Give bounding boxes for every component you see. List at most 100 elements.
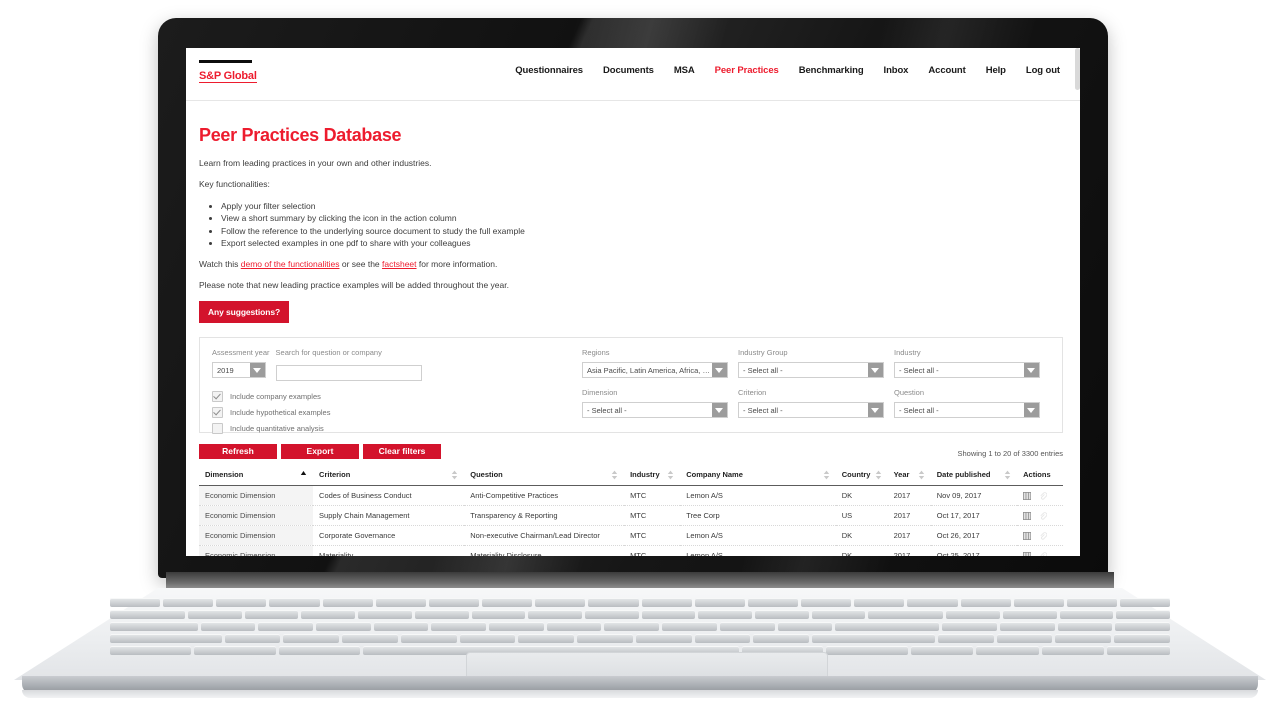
cell-year: 2017 xyxy=(887,525,931,547)
table-view-icon[interactable] xyxy=(1023,531,1032,540)
laptop-keyboard xyxy=(110,598,1171,655)
industry-select[interactable]: - Select all - xyxy=(894,362,1040,379)
key-functionalities-label: Key functionalities: xyxy=(199,179,270,190)
nav-item-msa[interactable]: MSA xyxy=(664,65,705,76)
table-row[interactable]: Economic Dimension Codes of Business Cond… xyxy=(199,485,1063,507)
cell-country: DK xyxy=(835,485,888,507)
nav-item-documents[interactable]: Documents xyxy=(593,65,664,76)
keyboard-key xyxy=(216,598,267,607)
attachment-icon[interactable] xyxy=(1039,492,1048,500)
attachment-icon[interactable] xyxy=(1039,532,1048,540)
page-scrollbar[interactable] xyxy=(1075,48,1080,90)
table-view-icon[interactable] xyxy=(1023,551,1032,556)
dimension-select[interactable]: - Select all - xyxy=(582,402,728,419)
peer-practices-table: Dimension Criterion Question Industry Compan… xyxy=(199,465,1063,556)
web-page: S&P Global Questionnaires Documents MSA Pee… xyxy=(186,48,1080,556)
checkbox-include-hypothetical-examples[interactable]: Include hypothetical examples xyxy=(212,406,582,418)
assessment-year-select[interactable]: 2019 xyxy=(212,362,266,379)
sp-global-logo[interactable]: S&P Global xyxy=(199,60,257,84)
laptop-lid: S&P Global Questionnaires Documents MSA Pee… xyxy=(158,18,1108,578)
column-header-year[interactable]: Year xyxy=(887,465,931,487)
column-header-company-name[interactable]: Company Name xyxy=(680,465,836,487)
keyboard-key xyxy=(110,610,186,619)
table-row[interactable]: Economic Dimension Supply Chain Managemen… xyxy=(199,505,1063,527)
demo-link[interactable]: demo of the functionalities xyxy=(241,259,340,269)
keyboard-key xyxy=(960,598,1011,607)
keyboard-key xyxy=(584,610,639,619)
sort-toggle-icon[interactable] xyxy=(918,470,925,480)
checkbox-unchecked-icon[interactable] xyxy=(212,422,223,434)
checkbox-checked-icon[interactable] xyxy=(212,390,223,402)
keyboard-key xyxy=(1003,610,1057,619)
sort-toggle-icon[interactable] xyxy=(1004,470,1011,480)
industry-group-select[interactable]: - Select all - xyxy=(738,362,884,379)
sort-toggle-icon[interactable] xyxy=(823,470,830,480)
any-suggestions-button[interactable]: Any suggestions? xyxy=(199,301,290,324)
keyboard-key xyxy=(1057,622,1113,631)
column-header-industry[interactable]: Industry xyxy=(624,465,681,487)
keyboard-key xyxy=(1041,646,1105,655)
sort-toggle-icon[interactable] xyxy=(451,470,458,480)
nav-item-help[interactable]: Help xyxy=(976,65,1016,76)
column-header-date-published[interactable]: Date published xyxy=(930,465,1018,487)
cell-actions xyxy=(1017,525,1063,547)
column-header-dimension[interactable]: Dimension xyxy=(199,465,314,487)
laptop-base xyxy=(14,572,1266,698)
checkbox-include-quantitative-analysis[interactable]: Include quantitative analysis xyxy=(212,422,582,434)
cell-dimension: Economic Dimension xyxy=(199,525,314,547)
table-view-icon[interactable] xyxy=(1023,511,1032,520)
keyboard-key xyxy=(662,622,717,631)
nav-item-inbox[interactable]: Inbox xyxy=(874,65,919,76)
sort-toggle-icon[interactable] xyxy=(875,470,882,480)
keyboard-key xyxy=(835,622,940,631)
feature-item: View a short summary by clicking the ico… xyxy=(221,212,1063,224)
attachment-icon[interactable] xyxy=(1039,512,1048,520)
nav-item-log-out[interactable]: Log out xyxy=(1016,65,1070,76)
criterion-select[interactable]: - Select all - xyxy=(738,402,884,419)
nav-item-questionnaires[interactable]: Questionnaires xyxy=(505,65,593,76)
table-row[interactable]: Economic Dimension Corporate Governance No… xyxy=(199,525,1063,547)
keyboard-key xyxy=(283,634,340,643)
attachment-icon[interactable] xyxy=(1039,552,1048,556)
cell-company-name: Lemon A/S xyxy=(680,525,836,547)
regions-select[interactable]: Asia Pacific, Latin America, Africa, Eu.… xyxy=(582,362,728,379)
checkbox-checked-icon[interactable] xyxy=(212,406,223,418)
clear-filters-button[interactable]: Clear filters xyxy=(363,444,441,460)
keyboard-key xyxy=(188,610,242,619)
question-select[interactable]: - Select all - xyxy=(894,402,1040,419)
keyboard-key xyxy=(577,634,633,643)
page-title: Peer Practices Database xyxy=(199,125,402,145)
keyboard-key xyxy=(942,622,997,631)
column-header-country[interactable]: Country xyxy=(835,465,888,487)
keyboard-key xyxy=(868,610,944,619)
note-text: Please note that new leading practice ex… xyxy=(199,280,509,291)
page-body: Peer Practices Database Learn from leadi… xyxy=(186,101,1080,556)
keyboard-key xyxy=(269,598,320,607)
nav-item-peer-practices[interactable]: Peer Practices xyxy=(705,65,789,76)
nav-item-account[interactable]: Account xyxy=(918,65,975,76)
export-button[interactable]: Export xyxy=(281,444,359,460)
table-view-icon[interactable] xyxy=(1023,491,1032,500)
keyboard-key xyxy=(801,598,852,607)
site-header: S&P Global Questionnaires Documents MSA Pee… xyxy=(186,48,1080,101)
column-header-question[interactable]: Question xyxy=(464,465,625,487)
column-header-actions[interactable]: Actions xyxy=(1017,465,1063,487)
factsheet-link[interactable]: factsheet xyxy=(382,259,417,269)
keyboard-key xyxy=(414,610,469,619)
refresh-button[interactable]: Refresh xyxy=(199,444,277,460)
keyboard-key xyxy=(604,622,660,631)
nav-item-benchmarking[interactable]: Benchmarking xyxy=(789,65,874,76)
table-row[interactable]: Economic Dimension Materiality Materiality… xyxy=(199,545,1063,556)
sort-toggle-icon[interactable] xyxy=(611,470,618,480)
sort-ascending-icon[interactable] xyxy=(300,470,307,480)
chevron-down-icon xyxy=(711,363,727,378)
checkbox-include-company-examples[interactable]: Include company examples xyxy=(212,390,582,402)
regions-value: Asia Pacific, Latin America, Africa, Eu.… xyxy=(587,365,712,375)
cell-company-name: Tree Corp xyxy=(680,505,836,527)
entries-count-label: Showing 1 to 20 of 3300 entries xyxy=(957,449,1064,459)
search-input[interactable] xyxy=(275,364,422,381)
row-action-icons xyxy=(1023,491,1059,500)
column-header-criterion[interactable]: Criterion xyxy=(313,465,465,487)
keyboard-key xyxy=(110,646,192,655)
sort-toggle-icon[interactable] xyxy=(667,470,674,480)
